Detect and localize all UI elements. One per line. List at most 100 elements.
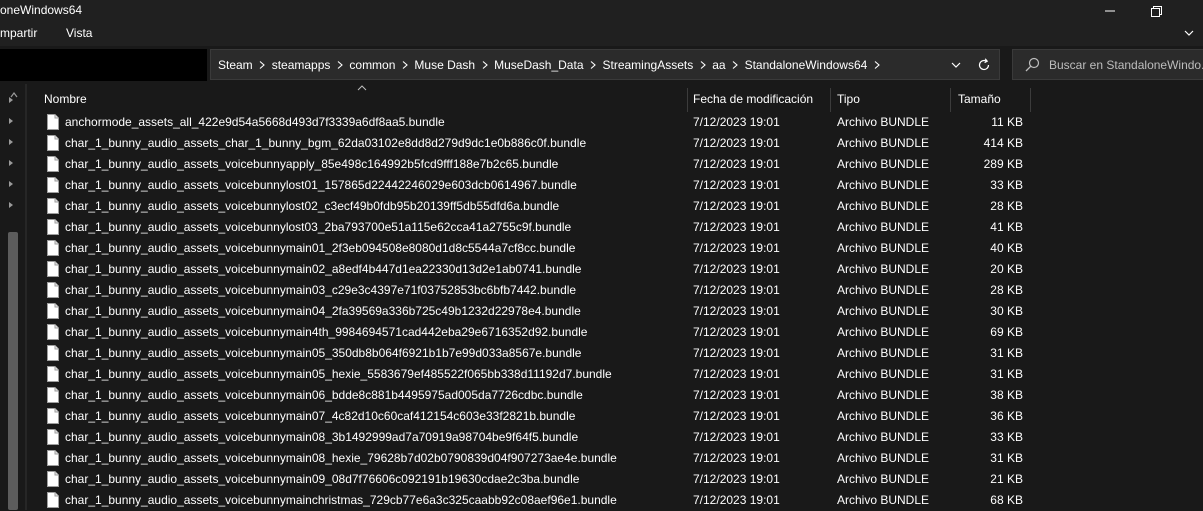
- file-row[interactable]: anchormode_assets_all_422e9d54a5668d493d…: [27, 112, 1203, 133]
- file-row[interactable]: char_1_bunny_audio_assets_voicebunnylost…: [27, 196, 1203, 217]
- file-icon: [47, 135, 59, 151]
- file-date: 7/12/2023 19:01: [693, 220, 780, 234]
- breadcrumb-separator-icon[interactable]: [476, 57, 493, 73]
- file-row[interactable]: char_1_bunny_audio_assets_voicebunnymain…: [27, 490, 1203, 511]
- column-divider[interactable]: [687, 88, 688, 112]
- file-date: 7/12/2023 19:01: [693, 304, 780, 318]
- breadcrumb-separator-icon[interactable]: [727, 57, 744, 73]
- file-name: char_1_bunny_audio_assets_voicebunnymain…: [65, 304, 581, 318]
- tree-expand-icon[interactable]: [9, 139, 13, 145]
- breadcrumb-separator-icon[interactable]: [254, 57, 271, 73]
- file-name: anchormode_assets_all_422e9d54a5668d493d…: [65, 115, 445, 129]
- file-row[interactable]: char_1_bunny_audio_assets_voicebunnymain…: [27, 322, 1203, 343]
- refresh-button[interactable]: [973, 55, 995, 75]
- column-header-date[interactable]: Fecha de modificación: [693, 84, 813, 114]
- file-icon: [47, 345, 59, 361]
- column-divider[interactable]: [1030, 88, 1031, 112]
- file-date: 7/12/2023 19:01: [693, 178, 780, 192]
- crumb-standalonewindows64[interactable]: StandaloneWindows64: [744, 58, 869, 72]
- file-row[interactable]: char_1_bunny_audio_assets_voicebunnymain…: [27, 448, 1203, 469]
- file-size: 31 KB: [990, 367, 1023, 381]
- address-history-button[interactable]: [946, 56, 966, 74]
- file-type: Archivo BUNDLE: [837, 157, 930, 171]
- file-date: 7/12/2023 19:01: [693, 472, 780, 486]
- tree-expand-icon[interactable]: [9, 97, 13, 103]
- file-date: 7/12/2023 19:01: [693, 325, 780, 339]
- file-size: 289 KB: [983, 157, 1023, 171]
- file-size: 41 KB: [990, 220, 1023, 234]
- crumb-streamingassets[interactable]: StreamingAssets: [602, 58, 695, 72]
- file-row[interactable]: char_1_bunny_audio_assets_voicebunnymain…: [27, 280, 1203, 301]
- file-row[interactable]: char_1_bunny_audio_assets_voicebunnymain…: [27, 469, 1203, 490]
- search-input[interactable]: [1049, 50, 1203, 79]
- file-type: Archivo BUNDLE: [837, 409, 930, 423]
- crumb-common[interactable]: common: [348, 58, 396, 72]
- tree-expand-icon[interactable]: [9, 160, 13, 166]
- file-size: 38 KB: [990, 388, 1023, 402]
- file-row[interactable]: char_1_bunny_audio_assets_voicebunnylost…: [27, 217, 1203, 238]
- file-row[interactable]: char_1_bunny_audio_assets_voicebunnymain…: [27, 238, 1203, 259]
- file-type: Archivo BUNDLE: [837, 136, 930, 150]
- crumb-aa[interactable]: aa: [711, 58, 726, 72]
- tree-expand-icon[interactable]: [9, 181, 13, 187]
- column-divider[interactable]: [830, 88, 831, 112]
- address-bar[interactable]: Steam steamapps common Muse Dash MuseDas…: [210, 49, 1000, 80]
- file-name: char_1_bunny_audio_assets_voicebunnymain…: [65, 283, 577, 297]
- maximize-button[interactable]: [1133, 0, 1179, 22]
- breadcrumb-separator-icon[interactable]: [868, 57, 885, 73]
- file-type: Archivo BUNDLE: [837, 262, 930, 276]
- file-name: char_1_bunny_audio_assets_voicebunnymain…: [65, 367, 612, 381]
- file-row[interactable]: char_1_bunny_audio_assets_voicebunnyappl…: [27, 154, 1203, 175]
- chevron-down-icon[interactable]: [1183, 27, 1195, 39]
- breadcrumb-separator-icon[interactable]: [694, 57, 711, 73]
- file-date: 7/12/2023 19:01: [693, 115, 780, 129]
- file-size: 33 KB: [990, 430, 1023, 444]
- tree-expand-icon[interactable]: [9, 202, 13, 208]
- file-row[interactable]: char_1_bunny_audio_assets_voicebunnylost…: [27, 175, 1203, 196]
- crumb-muse-dash[interactable]: Muse Dash: [413, 58, 476, 72]
- file-type: Archivo BUNDLE: [837, 388, 930, 402]
- column-header-type[interactable]: Tipo: [837, 84, 860, 114]
- menu-share[interactable]: mpartir: [0, 26, 37, 40]
- file-row[interactable]: char_1_bunny_audio_assets_voicebunnymain…: [27, 301, 1203, 322]
- minimize-button[interactable]: [1087, 0, 1133, 22]
- file-row[interactable]: char_1_bunny_audio_assets_voicebunnymain…: [27, 364, 1203, 385]
- file-icon: [47, 324, 59, 340]
- menu-view[interactable]: Vista: [66, 26, 92, 40]
- file-row[interactable]: char_1_bunny_audio_assets_voicebunnymain…: [27, 343, 1203, 364]
- breadcrumb-separator-icon[interactable]: [396, 57, 413, 73]
- file-name: char_1_bunny_audio_assets_voicebunnyappl…: [65, 157, 559, 171]
- file-type: Archivo BUNDLE: [837, 241, 930, 255]
- file-icon: [47, 219, 59, 235]
- breadcrumb-separator-icon[interactable]: [585, 57, 602, 73]
- breadcrumb-separator-icon[interactable]: [331, 57, 348, 73]
- column-header-name[interactable]: Nombre: [44, 84, 87, 114]
- column-divider[interactable]: [950, 88, 951, 112]
- search-icon: [1025, 57, 1040, 72]
- restore-icon: [1150, 5, 1162, 17]
- file-name: char_1_bunny_audio_assets_voicebunnylost…: [65, 178, 577, 192]
- crumb-musedash-data[interactable]: MuseDash_Data: [493, 58, 584, 72]
- file-date: 7/12/2023 19:01: [693, 493, 780, 507]
- file-size: 40 KB: [990, 241, 1023, 255]
- file-row[interactable]: char_1_bunny_audio_assets_voicebunnymain…: [27, 259, 1203, 280]
- file-size: 36 KB: [990, 409, 1023, 423]
- file-icon: [47, 261, 59, 277]
- file-type: Archivo BUNDLE: [837, 115, 930, 129]
- file-row[interactable]: char_1_bunny_audio_assets_voicebunnymain…: [27, 427, 1203, 448]
- search-box[interactable]: [1012, 49, 1203, 80]
- tree-expand-icon[interactable]: [9, 118, 13, 124]
- file-size: 68 KB: [990, 493, 1023, 507]
- file-date: 7/12/2023 19:01: [693, 283, 780, 297]
- breadcrumb: Steam steamapps common Muse Dash MuseDas…: [217, 50, 885, 79]
- column-header-size[interactable]: Tamaño: [958, 84, 1001, 114]
- file-icon: [47, 114, 59, 130]
- crumb-steam[interactable]: Steam: [217, 58, 254, 72]
- file-row[interactable]: char_1_bunny_audio_assets_char_1_bunny_b…: [27, 133, 1203, 154]
- nav-buttons-area: [0, 49, 207, 81]
- file-row[interactable]: char_1_bunny_audio_assets_voicebunnymain…: [27, 385, 1203, 406]
- file-row[interactable]: char_1_bunny_audio_assets_voicebunnymain…: [27, 406, 1203, 427]
- crumb-steamapps[interactable]: steamapps: [271, 58, 332, 72]
- file-icon: [47, 387, 59, 403]
- navigation-pane-scrollbar[interactable]: [8, 232, 18, 510]
